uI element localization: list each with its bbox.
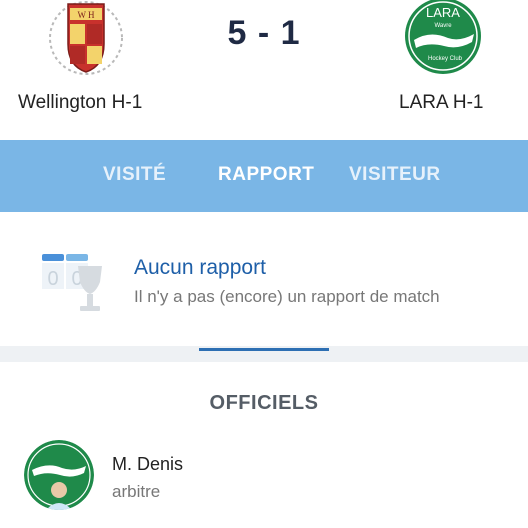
officials-card: OFFICIELS M. Denis arbitre: [0, 362, 528, 528]
tab-visite[interactable]: VISITÉ: [103, 164, 166, 186]
lara-logo-name: LARA: [426, 5, 460, 20]
match-header: W H 5 - 1 LARA Wavre Hockey Club Welling…: [0, 0, 528, 140]
report-title: Aucun rapport: [134, 256, 266, 279]
wellington-crest-icon[interactable]: W H: [46, 0, 126, 78]
svg-text:W H: W H: [77, 10, 95, 20]
home-team-name[interactable]: Wellington H-1: [18, 92, 142, 114]
away-team-name[interactable]: LARA H-1: [399, 92, 483, 114]
scoreboard-trophy-icon: 0 0: [42, 254, 102, 311]
report-card: 0 0 Aucun rapport Il n'y a pas (encore) …: [0, 212, 528, 346]
lara-logo-club: Hockey Club: [428, 56, 463, 62]
active-tab-indicator: [199, 348, 329, 351]
official-role: arbitre: [112, 482, 161, 501]
official-avatar[interactable]: [24, 440, 94, 510]
official-name[interactable]: M. Denis: [112, 454, 183, 475]
report-subtitle: Il n'y a pas (encore) un rapport de matc…: [134, 287, 440, 306]
officials-title: OFFICIELS: [209, 392, 319, 414]
match-score: 5 - 1: [227, 14, 301, 52]
match-tabs: VISITÉ RAPPORT VISITEUR: [0, 140, 528, 351]
tab-rapport[interactable]: RAPPORT: [218, 164, 314, 186]
tab-visiteur[interactable]: VISITEUR: [349, 164, 441, 186]
lara-crest-icon[interactable]: LARA Wavre Hockey Club: [400, 0, 486, 76]
svg-text:0: 0: [47, 268, 58, 290]
lara-logo-city: Wavre: [434, 23, 452, 29]
